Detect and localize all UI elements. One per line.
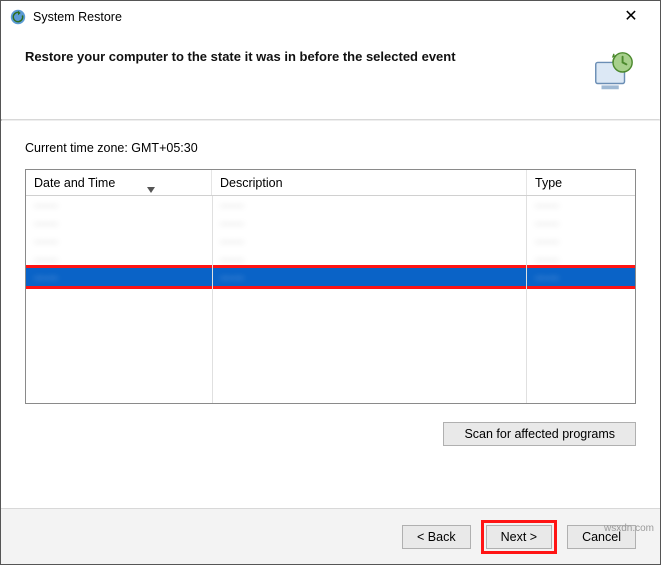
next-button[interactable]: Next > xyxy=(486,525,552,549)
cell-type: —— xyxy=(527,198,635,212)
cell-date: —— xyxy=(26,198,212,212)
cell-date: —— xyxy=(26,216,212,230)
cell-date: —— xyxy=(26,234,212,248)
cell-desc: —— xyxy=(212,270,527,284)
cell-type: —— xyxy=(527,270,635,284)
table-row xyxy=(26,340,635,358)
table-row[interactable]: —————— xyxy=(26,214,635,232)
table-body: —————————————————————————————— xyxy=(26,196,635,394)
content-panel: Current time zone: GMT+05:30 Date and Ti… xyxy=(1,121,660,466)
scan-row: Scan for affected programs xyxy=(25,422,636,446)
scan-affected-button[interactable]: Scan for affected programs xyxy=(443,422,636,446)
table-row xyxy=(26,322,635,340)
table-row[interactable]: —————— xyxy=(26,232,635,250)
col-header-type[interactable]: Type xyxy=(527,170,635,195)
titlebar: System Restore ✕ xyxy=(1,1,660,33)
cell-desc: —— xyxy=(212,198,527,212)
window-title: System Restore xyxy=(33,10,122,24)
table-row[interactable]: —————— xyxy=(26,268,635,286)
table-row xyxy=(26,304,635,322)
table-row xyxy=(26,376,635,394)
restore-points-table[interactable]: Date and Time Description Type —————————… xyxy=(25,169,636,404)
col-header-date[interactable]: Date and Time xyxy=(26,170,212,195)
back-button[interactable]: < Back xyxy=(402,525,471,549)
cancel-button[interactable]: Cancel xyxy=(567,525,636,549)
cell-type: —— xyxy=(527,252,635,266)
restore-page-icon xyxy=(590,49,636,95)
next-highlight: Next > xyxy=(481,520,557,554)
table-header: Date and Time Description Type xyxy=(26,170,635,196)
table-row xyxy=(26,358,635,376)
close-button[interactable]: ✕ xyxy=(610,1,652,33)
col-header-desc[interactable]: Description xyxy=(212,170,527,195)
table-row[interactable]: —————— xyxy=(26,196,635,214)
table-row xyxy=(26,286,635,304)
wizard-footer: < Back Next > Cancel xyxy=(1,508,660,564)
cell-date: —— xyxy=(26,270,212,284)
restore-app-icon xyxy=(9,8,27,26)
cell-type: —— xyxy=(527,234,635,248)
cell-date: —— xyxy=(26,252,212,266)
header: Restore your computer to the state it wa… xyxy=(1,33,660,119)
sort-desc-icon xyxy=(147,176,155,202)
page-heading: Restore your computer to the state it wa… xyxy=(25,49,574,64)
cell-desc: —— xyxy=(212,216,527,230)
col-header-date-label: Date and Time xyxy=(34,176,115,190)
cell-type: —— xyxy=(527,216,635,230)
cell-desc: —— xyxy=(212,234,527,248)
table-row[interactable]: —————— xyxy=(26,250,635,268)
timezone-label: Current time zone: GMT+05:30 xyxy=(25,141,636,155)
cell-desc: —— xyxy=(212,252,527,266)
